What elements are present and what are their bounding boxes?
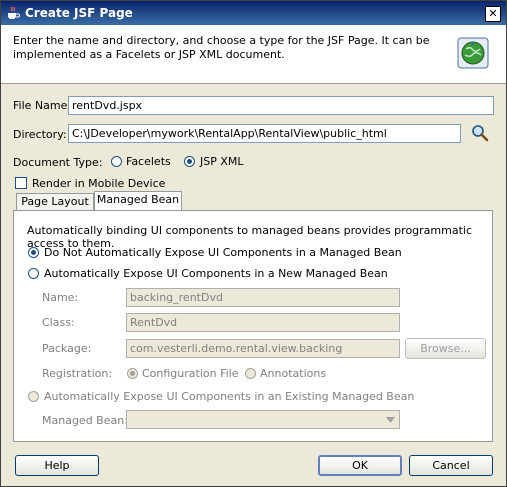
file-name-label: File Name: bbox=[13, 99, 72, 112]
mobile-device-label: Render in Mobile Device bbox=[32, 177, 166, 190]
window-title: Create JSF Page bbox=[25, 6, 133, 20]
browse-button[interactable]: Browse... bbox=[405, 338, 486, 359]
bean-class-label: Class: bbox=[42, 316, 75, 329]
expose-new-bean-radio[interactable] bbox=[28, 268, 39, 279]
managed-bean-select[interactable] bbox=[126, 410, 400, 429]
document-type-label: Document Type: bbox=[13, 156, 103, 169]
do-not-expose-label: Do Not Automatically Expose UI Component… bbox=[44, 246, 402, 259]
java-cup-icon bbox=[8, 6, 20, 19]
annotations-label: Annotations bbox=[260, 367, 327, 380]
jsf-globe-icon bbox=[457, 37, 489, 69]
bean-class-input[interactable]: RentDvd bbox=[126, 313, 400, 332]
tab-managed-bean[interactable]: Managed Bean bbox=[94, 191, 182, 211]
facelets-label: Facelets bbox=[126, 155, 171, 168]
tab-page-layout[interactable]: Page Layout bbox=[16, 193, 94, 211]
mobile-device-checkbox[interactable] bbox=[15, 177, 27, 189]
bean-package-label: Package: bbox=[42, 342, 92, 355]
help-button[interactable]: Help bbox=[15, 455, 99, 476]
directory-input[interactable]: C:\JDeveloper\mywork\RentalApp\RentalVie… bbox=[68, 124, 461, 143]
cancel-button[interactable]: Cancel bbox=[409, 455, 493, 476]
search-icon[interactable] bbox=[471, 124, 489, 142]
jsp-xml-radio[interactable] bbox=[184, 156, 195, 167]
registration-label: Registration: bbox=[42, 367, 113, 380]
header-description: Enter the name and directory, and choose… bbox=[13, 34, 430, 61]
header-panel: Enter the name and directory, and choose… bbox=[1, 25, 506, 84]
directory-label: Directory: bbox=[13, 128, 67, 141]
file-name-input[interactable]: rentDvd.jspx bbox=[68, 96, 494, 115]
expose-new-bean-label: Automatically Expose UI Components in a … bbox=[44, 267, 388, 280]
configuration-file-radio[interactable] bbox=[127, 368, 138, 379]
facelets-radio[interactable] bbox=[111, 156, 122, 167]
jsp-xml-label: JSP XML bbox=[200, 155, 244, 168]
expose-existing-bean-label: Automatically Expose UI Components in an… bbox=[44, 390, 415, 403]
bean-name-input[interactable]: backing_rentDvd bbox=[126, 288, 400, 307]
bean-package-input[interactable]: com.vesterli.demo.rental.view.backing bbox=[126, 339, 400, 358]
managed-bean-panel: Automatically binding UI components to m… bbox=[13, 210, 493, 442]
close-button[interactable]: ✕ bbox=[485, 6, 501, 22]
annotations-radio[interactable] bbox=[245, 368, 256, 379]
do-not-expose-radio[interactable] bbox=[28, 247, 39, 258]
configuration-file-label: Configuration File bbox=[142, 367, 239, 380]
expose-existing-bean-radio[interactable] bbox=[28, 391, 39, 402]
close-icon: ✕ bbox=[488, 7, 498, 20]
ok-button[interactable]: OK bbox=[318, 455, 402, 476]
bean-name-label: Name: bbox=[42, 291, 79, 304]
chevron-down-icon bbox=[386, 417, 395, 423]
managed-bean-select-label: Managed Bean: bbox=[42, 414, 128, 427]
create-jsf-page-dialog: Create JSF Page ✕ Enter the name and dir… bbox=[0, 0, 507, 487]
title-bar[interactable]: Create JSF Page ✕ bbox=[1, 1, 506, 25]
